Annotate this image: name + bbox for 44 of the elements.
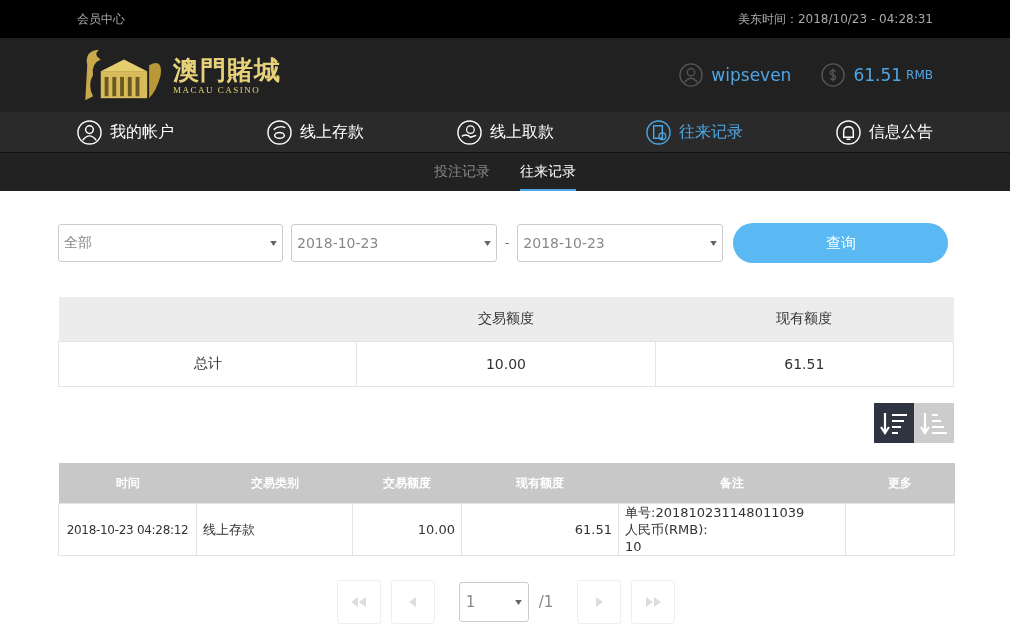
dollar-icon: [821, 63, 846, 87]
logo-subtitle: MACAU CASINO: [173, 85, 262, 95]
clock-text: 美东时间：2018/10/23 - 04:28:31: [737, 10, 933, 28]
column-header: 现有额度: [776, 310, 833, 326]
member-center-title: 会员中心: [77, 10, 125, 28]
nav-tab[interactable]: 信息公告: [836, 119, 933, 145]
note-line: 人民币(RMB):: [625, 522, 708, 537]
note-line: 单号:201810231148011039: [625, 505, 805, 520]
end-date-select[interactable]: 2018-10-23: [517, 224, 724, 262]
balance-amount: 61.51: [853, 65, 903, 85]
document-clock-icon: [646, 119, 672, 145]
note-line: 10: [625, 539, 642, 554]
sort-descending-icon: [879, 410, 909, 436]
sub-tab[interactable]: 往来记录: [520, 153, 576, 191]
start-date-select[interactable]: 2018-10-23: [291, 224, 497, 262]
bell-icon: [836, 119, 861, 145]
table-cell: 10.00: [485, 356, 527, 372]
nav-tab[interactable]: 我的帐户: [77, 119, 174, 145]
caret-icon: [710, 240, 718, 246]
table-cell: 总计: [193, 355, 222, 371]
user-icon: [77, 119, 102, 145]
caret-icon: [514, 599, 522, 605]
nav-tab[interactable]: 线上取款: [456, 119, 554, 145]
table-cell: 10.00: [417, 522, 455, 537]
nav-tab[interactable]: 往来记录: [646, 119, 744, 145]
date-separator: -: [505, 236, 510, 250]
type-select[interactable]: 全部: [58, 224, 283, 262]
page-total: /1: [538, 593, 554, 611]
nav-tab[interactable]: 线上存款: [266, 119, 364, 145]
sub-tab[interactable]: 投注记录: [434, 153, 490, 191]
user-icon: [679, 63, 704, 87]
caret-icon: [484, 240, 491, 246]
sort-ascending-icon: [919, 410, 949, 436]
table-cell: 61.51: [784, 356, 825, 372]
table-cell: 2018-10-23 04:28:12: [66, 522, 189, 537]
sort-descending-button[interactable]: [874, 403, 914, 443]
caret-icon: [270, 240, 277, 246]
table-cell: 线上存款: [203, 521, 255, 537]
username[interactable]: wipseven: [711, 65, 792, 85]
page-select[interactable]: 1: [458, 582, 529, 622]
logo-title: 澳門賭城: [173, 55, 281, 85]
currency-label: RMB: [906, 68, 933, 82]
column-header: 交易额度: [478, 310, 534, 326]
table-cell: 61.51: [574, 522, 612, 537]
